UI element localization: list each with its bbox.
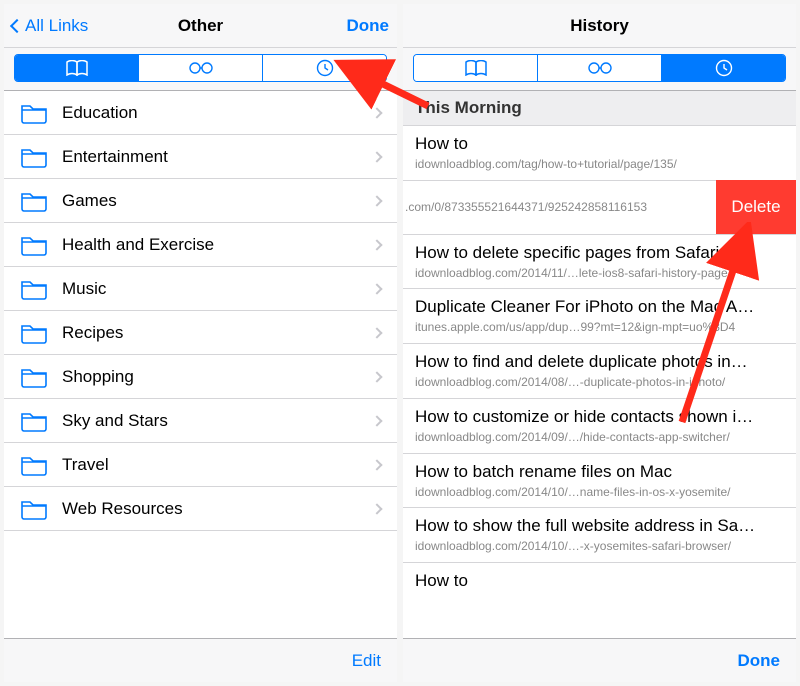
segmented-control (413, 54, 786, 82)
folder-icon (20, 146, 48, 168)
folder-label: Web Resources (62, 499, 373, 519)
folder-icon (20, 278, 48, 300)
edit-button[interactable]: Edit (352, 651, 381, 671)
chevron-right-icon (371, 327, 382, 338)
folder-icon (20, 234, 48, 256)
folder-label: Games (62, 191, 373, 211)
folder-icon (20, 366, 48, 388)
history-pane: History This Morning (403, 4, 796, 682)
history-item-url: idownloadblog.com/2014/09/…/hide-contact… (415, 429, 784, 446)
folder-row[interactable]: Travel (4, 443, 397, 487)
history-item-url: idownloadblog.com/2014/08/…-duplicate-ph… (415, 374, 784, 391)
folder-label: Shopping (62, 367, 373, 387)
book-icon (65, 60, 89, 76)
history-item-url: idownloadblog.com/2014/10/…-x-yosemites-… (415, 538, 784, 555)
tab-bookmarks[interactable] (15, 55, 139, 81)
folder-row[interactable]: Sky and Stars (4, 399, 397, 443)
clock-icon (316, 59, 334, 77)
toolbar: Done (403, 638, 796, 682)
history-row[interactable]: Duplicate Cleaner For iPhoto on the Mac … (403, 289, 796, 344)
folder-label: Sky and Stars (62, 411, 373, 431)
tab-reading-list[interactable] (139, 55, 263, 81)
folder-icon (20, 498, 48, 520)
tab-bookmarks[interactable] (414, 55, 538, 81)
tab-history[interactable] (662, 55, 785, 81)
back-button[interactable]: All Links (12, 16, 88, 36)
chevron-right-icon (371, 459, 382, 470)
history-row[interactable]: How to batch rename files on Mac idownlo… (403, 454, 796, 509)
history-item-title: Duplicate Cleaner For iPhoto on the Mac … (415, 296, 784, 319)
delete-button[interactable]: Delete (716, 180, 796, 234)
chevron-right-icon (371, 503, 382, 514)
tab-reading-list[interactable] (538, 55, 662, 81)
chevron-left-icon (10, 18, 24, 32)
clock-icon (715, 59, 733, 77)
folder-label: Travel (62, 455, 373, 475)
folder-label: Health and Exercise (62, 235, 373, 255)
history-item-url: itunes.apple.com/us/app/dup…99?mt=12&ign… (415, 319, 784, 336)
history-row[interactable]: How to find and delete duplicate photos … (403, 344, 796, 399)
segmented-wrap (4, 48, 397, 91)
chevron-right-icon (371, 371, 382, 382)
history-item-title: How to customize or hide contacts shown … (415, 406, 784, 429)
section-header: This Morning (403, 91, 796, 126)
segmented-wrap (403, 48, 796, 91)
toolbar: Edit (4, 638, 397, 682)
history-item-url: idownloadblog.com/2014/11/…lete-ios8-saf… (415, 265, 784, 282)
folder-label: Recipes (62, 323, 373, 343)
history-row[interactable]: How to show the full website address in … (403, 508, 796, 563)
chevron-right-icon (371, 195, 382, 206)
folder-row[interactable]: Web Resources (4, 487, 397, 531)
folder-icon (20, 322, 48, 344)
folder-icon (20, 454, 48, 476)
chevron-right-icon (371, 283, 382, 294)
bookmarks-pane: All Links Other Done (4, 4, 397, 682)
folder-list: Education Entertainment Games Health and Ex… (4, 91, 397, 638)
folder-row[interactable]: Health and Exercise (4, 223, 397, 267)
tab-history[interactable] (263, 55, 386, 81)
book-icon (464, 60, 488, 76)
history-item-title: How to show the full website address in … (415, 515, 784, 538)
history-item-title: How to (415, 570, 784, 593)
folder-row[interactable]: Education (4, 91, 397, 135)
history-item-title: How to find and delete duplicate photos … (415, 351, 784, 374)
history-item-url: idownloadblog.com/2014/10/…name-files-in… (415, 484, 784, 501)
folder-icon (20, 102, 48, 124)
chevron-right-icon (371, 415, 382, 426)
navbar: All Links Other Done (4, 4, 397, 48)
folder-label: Education (62, 103, 373, 123)
history-item-url: .com/0/873355521644371/925242858116153 (403, 200, 716, 214)
history-item-title: How to delete specific pages from Safari… (415, 242, 784, 265)
chevron-right-icon (371, 239, 382, 250)
history-item-url: idownloadblog.com/tag/how-to+tutorial/pa… (415, 156, 784, 173)
folder-row[interactable]: Games (4, 179, 397, 223)
folder-row[interactable]: Entertainment (4, 135, 397, 179)
history-list: This Morning How to idownloadblog.com/ta… (403, 91, 796, 638)
folder-row[interactable]: Music (4, 267, 397, 311)
chevron-right-icon (371, 151, 382, 162)
folder-label: Entertainment (62, 147, 373, 167)
history-row[interactable]: How to idownloadblog.com/tag/how-to+tuto… (403, 126, 796, 181)
history-row[interactable]: How to customize or hide contacts shown … (403, 399, 796, 454)
page-title: Other (178, 16, 223, 36)
history-row-swiped[interactable]: .com/0/873355521644371/925242858116153 D… (403, 181, 796, 235)
folder-icon (20, 190, 48, 212)
history-item-title: How to batch rename files on Mac (415, 461, 784, 484)
done-button[interactable]: Done (347, 16, 390, 36)
glasses-icon (586, 61, 614, 75)
chevron-right-icon (371, 107, 382, 118)
history-item-title: How to (415, 133, 784, 156)
history-row[interactable]: How to (403, 563, 796, 600)
glasses-icon (187, 61, 215, 75)
navbar: History (403, 4, 796, 48)
folder-row[interactable]: Recipes (4, 311, 397, 355)
segmented-control (14, 54, 387, 82)
folder-icon (20, 410, 48, 432)
back-label: All Links (25, 16, 88, 36)
done-button[interactable]: Done (738, 651, 781, 671)
folder-label: Music (62, 279, 373, 299)
folder-row[interactable]: Shopping (4, 355, 397, 399)
history-row[interactable]: How to delete specific pages from Safari… (403, 235, 796, 290)
page-title: History (570, 16, 629, 36)
